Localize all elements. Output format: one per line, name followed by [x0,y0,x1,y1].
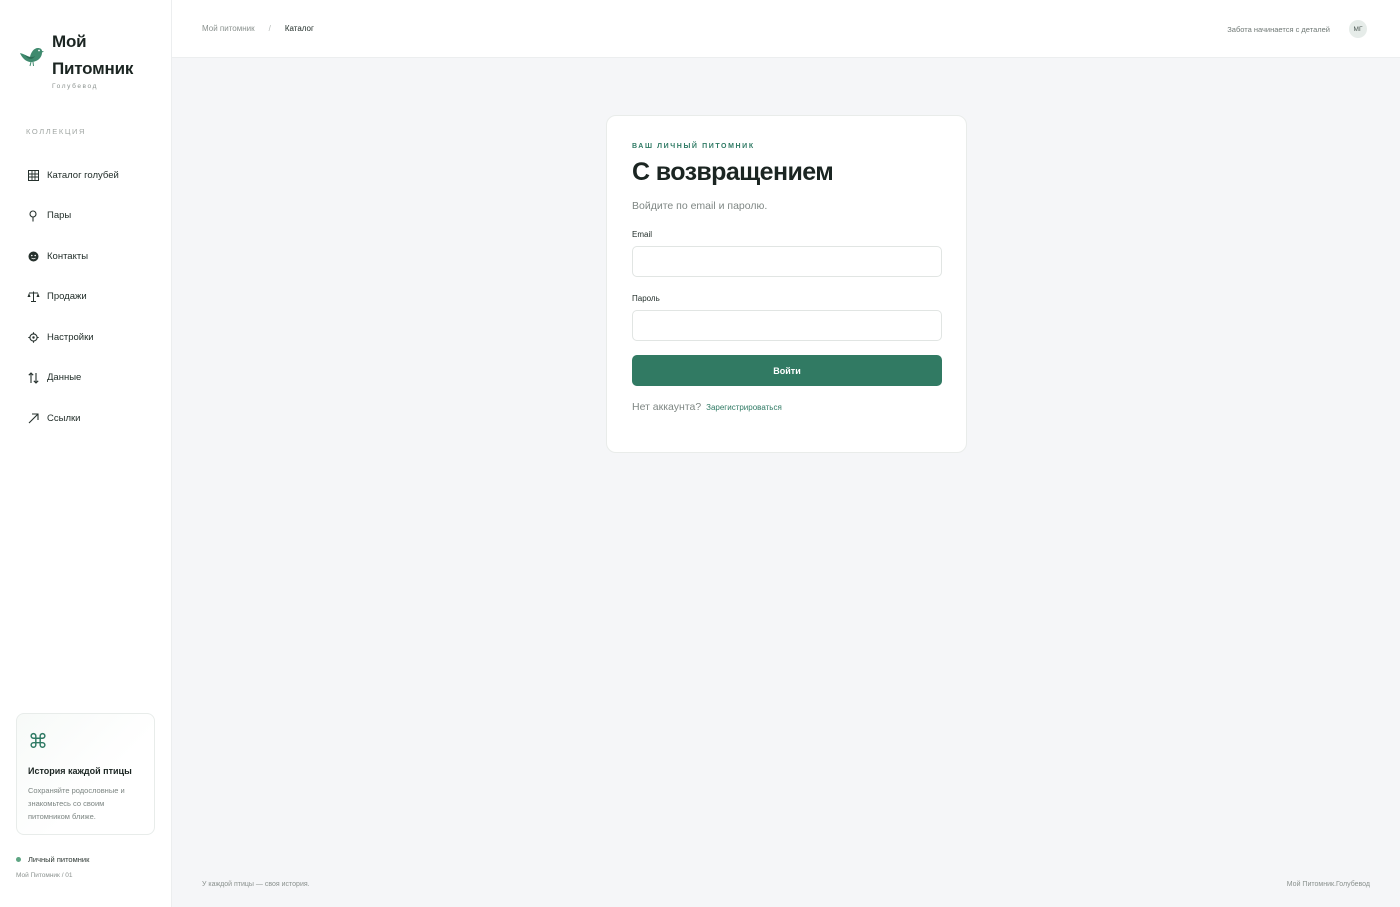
scales-icon [26,290,40,304]
sidebar-item-label: Контакты [47,250,89,262]
status-label: Личный питомник [28,855,90,864]
breadcrumb-separator: / [268,24,271,33]
login-subtitle: Войдите по email и паролю. [632,200,768,212]
sidebar-item-label: Ссылки [47,412,81,424]
sidebar-item-label: Данные [47,372,82,384]
sidebar-item-data[interactable]: Данные [26,358,166,399]
sidebar-item-settings[interactable]: Настройки [26,317,166,358]
brand[interactable]: Мой Питомник Голубевод [18,28,133,90]
arrow-up-right-icon [26,411,40,425]
footer-right: Мой Питомник.Голубевод [1286,881,1370,888]
status-sub: Мой Питомник / 01 [16,872,73,879]
email-label: Email [632,230,653,239]
promo-text: Сохраняйте родословные и знакомьтесь со … [28,786,125,821]
sidebar-item-pairs[interactable]: Пары [26,196,166,237]
sidebar-item-links[interactable]: Ссылки [26,398,166,439]
gear-icon [26,330,40,344]
bird-logo-icon [20,48,44,67]
pin-icon [26,209,40,223]
footer-left: У каждой птицы — своя история. [202,881,310,888]
signup-row: Нет аккаунта? Зарегистрироваться [632,401,941,413]
breadcrumb-current: Каталог [284,24,314,33]
grid-icon [26,168,40,182]
nav-section-label: КОЛЛЕКЦИЯ [26,127,87,136]
signup-prompt: Нет аккаунта? [632,401,702,413]
sidebar: Мой Питомник Голубевод КОЛЛЕКЦИЯ Каталог… [0,0,172,907]
topbar: Мой питомник / Каталог Забота начинается… [172,0,1400,58]
sidebar-item-contacts[interactable]: Контакты [26,236,166,277]
arrows-updown-icon [26,371,40,385]
login-button[interactable]: Войти [632,355,942,386]
sidebar-item-label: Пары [47,210,72,222]
sidebar-item-sales[interactable]: Продажи [26,277,166,318]
password-field[interactable] [632,310,942,341]
breadcrumb-home[interactable]: Мой питомник [202,24,255,33]
sidebar-item-catalog[interactable]: Каталог голубей [26,155,166,196]
face-icon [26,249,40,263]
workspace-status: Личный питомник Мой Питомник / 01 [16,855,89,879]
breadcrumb: Мой питомник / Каталог [202,24,314,33]
sidebar-nav: Каталог голубей Пары Контакты Продажи На… [26,155,166,439]
page-title: С возвращением [632,158,834,186]
promo-card: ⌘ История каждой птицы Сохраняйте родосл… [16,713,155,835]
command-icon: ⌘ [28,731,48,753]
header-tagline: Забота начинается с деталей [1227,25,1330,34]
sidebar-item-label: Продажи [47,291,87,303]
password-label: Пароль [632,294,660,303]
brand-title-line2: Питомник [52,59,134,78]
promo-title: История каждой птицы [28,766,132,776]
email-field[interactable] [632,246,942,277]
avatar[interactable]: МГ [1349,20,1367,38]
brand-subtitle: Голубевод [52,83,98,90]
sidebar-item-label: Настройки [47,331,94,343]
signup-link[interactable]: Зарегистрироваться [706,403,782,412]
login-eyebrow: ВАШ ЛИЧНЫЙ ПИТОМНИК [632,143,755,150]
brand-title-line1: Мой [52,32,87,51]
sidebar-item-label: Каталог голубей [47,169,119,181]
status-dot-icon [16,857,21,862]
login-card: ВАШ ЛИЧНЫЙ ПИТОМНИК С возвращением Войди… [606,115,967,453]
